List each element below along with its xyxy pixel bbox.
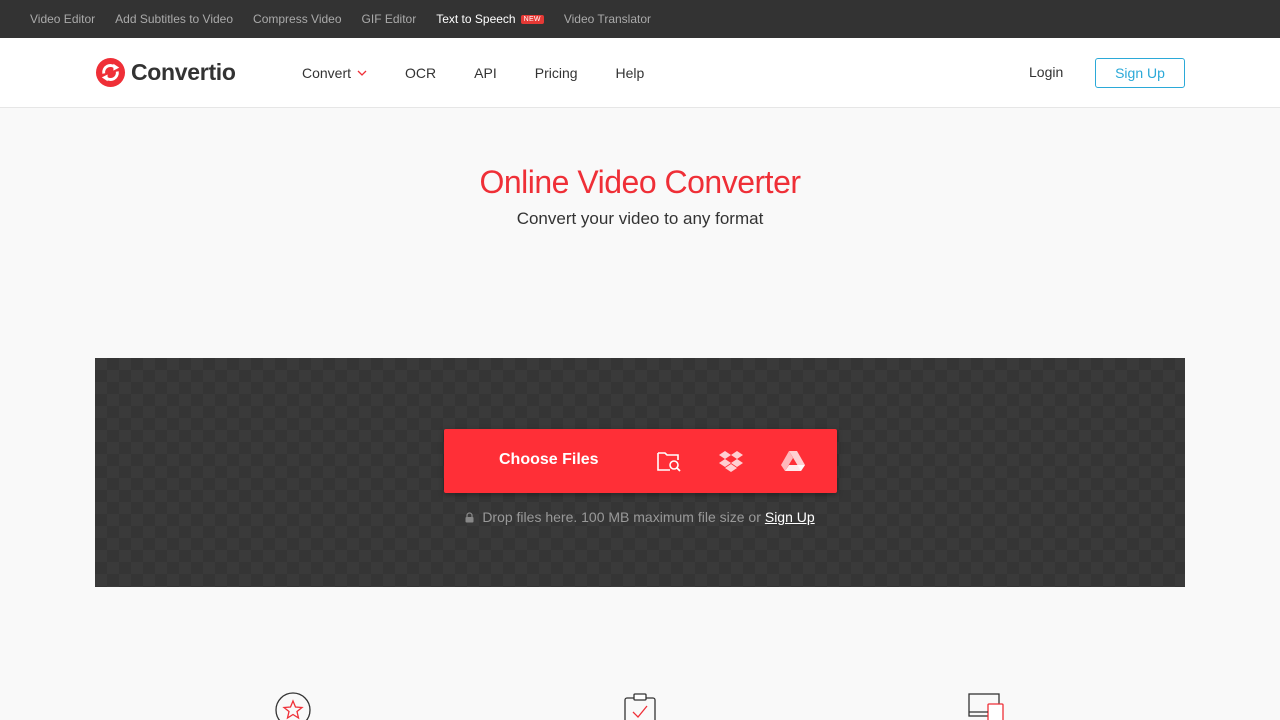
clipboard-check-icon [624,693,656,720]
topbar-link-text-to-speech[interactable]: Text to Speech NEW [436,12,544,26]
page-subtitle: Convert your video to any format [516,209,764,228]
brand-name: Convertio [131,59,236,85]
google-drive-icon[interactable] [780,449,806,473]
lock-icon [465,511,474,522]
login-link[interactable]: Login [1029,64,1063,80]
drop-signup-link[interactable]: Sign Up [765,509,815,525]
folder-search-icon[interactable] [656,449,682,473]
choose-files-label: Choose Files [499,451,599,468]
drop-hint: Drop files here. 100 MB maximum file siz… [95,509,1185,525]
chevron-down-icon [357,70,367,76]
page-title: Online Video Converter [479,164,801,200]
topbar-link-video-editor[interactable]: Video Editor [30,12,95,26]
nav-api[interactable]: API [474,65,497,81]
choose-files-button[interactable]: Choose Files [444,429,837,493]
devices-icon [968,693,1004,720]
nav-convert-label: Convert [302,65,352,81]
top-bar: Video Editor Add Subtitles to Video Comp… [0,0,1280,38]
nav-ocr[interactable]: OCR [405,65,436,81]
logo[interactable]: Convertio [95,57,236,88]
signup-button[interactable]: Sign Up [1095,58,1185,88]
topbar-link-gif-editor[interactable]: GIF Editor [362,12,417,26]
topbar-link-video-translator[interactable]: Video Translator [564,12,651,26]
topbar-link-add-subtitles[interactable]: Add Subtitles to Video [115,12,233,26]
topbar-link-compress-video[interactable]: Compress Video [253,12,342,26]
drop-hint-text: Drop files here. 100 MB maximum file siz… [482,509,761,525]
convertio-logo-icon [95,57,126,88]
main-nav: Convert OCR API Pricing Help [302,38,682,108]
new-badge: NEW [520,14,544,24]
nav-pricing[interactable]: Pricing [535,65,578,81]
nav-convert[interactable]: Convert [302,65,367,81]
nav-help[interactable]: Help [616,65,645,81]
upload-dropzone[interactable]: Choose Files Drop files here. 100 MB max… [95,358,1185,587]
star-icon [275,692,311,720]
topbar-link-text-to-speech-label: Text to Speech [436,12,516,26]
main-header: Convertio Convert OCR API Pricing Help L… [0,38,1280,108]
dropbox-icon[interactable] [718,449,744,473]
